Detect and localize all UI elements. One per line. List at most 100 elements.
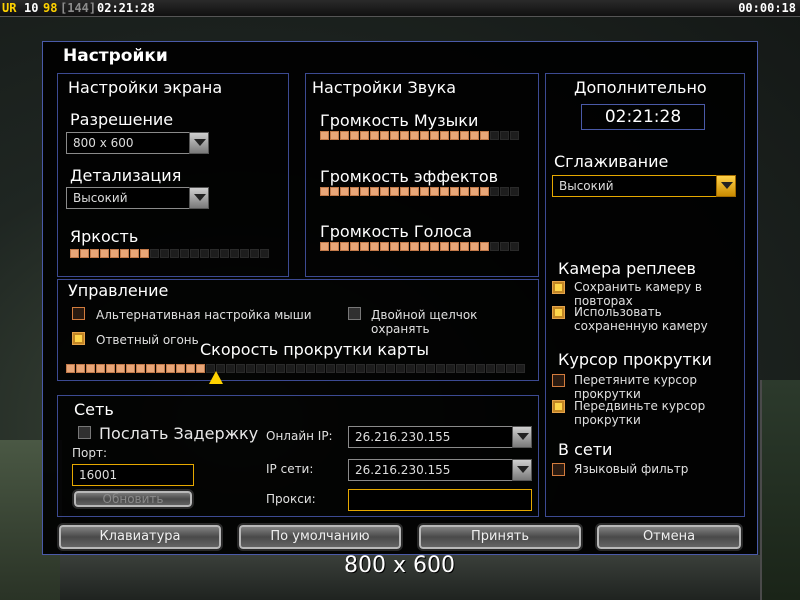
slider-segment[interactable]: [110, 249, 119, 258]
effects-volume-slider[interactable]: [320, 187, 519, 196]
slider-segment[interactable]: [476, 364, 485, 373]
slider-segment[interactable]: [480, 131, 489, 140]
slider-segment[interactable]: [420, 242, 429, 251]
slider-segment[interactable]: [70, 249, 79, 258]
slider-segment[interactable]: [460, 131, 469, 140]
slider-segment[interactable]: [266, 364, 275, 373]
slider-segment[interactable]: [400, 131, 409, 140]
slider-segment[interactable]: [456, 364, 465, 373]
slider-segment[interactable]: [286, 364, 295, 373]
slider-segment[interactable]: [430, 131, 439, 140]
slider-segment[interactable]: [120, 249, 129, 258]
slider-segment[interactable]: [330, 187, 339, 196]
slider-segment[interactable]: [496, 364, 505, 373]
slider-segment[interactable]: [330, 131, 339, 140]
slider-segment[interactable]: [130, 249, 139, 258]
brightness-slider[interactable]: [70, 249, 269, 258]
chevron-down-icon[interactable]: [512, 426, 532, 448]
slider-segment[interactable]: [500, 187, 509, 196]
slider-segment[interactable]: [150, 249, 159, 258]
slider-segment[interactable]: [336, 364, 345, 373]
slider-segment[interactable]: [66, 364, 75, 373]
slider-segment[interactable]: [420, 187, 429, 196]
slider-segment[interactable]: [226, 364, 235, 373]
slider-segment[interactable]: [156, 364, 165, 373]
refresh-button[interactable]: Обновить: [72, 489, 194, 509]
slider-segment[interactable]: [370, 242, 379, 251]
slider-segment[interactable]: [320, 242, 329, 251]
slider-segment[interactable]: [200, 249, 209, 258]
slider-segment[interactable]: [220, 249, 229, 258]
slider-segment[interactable]: [506, 364, 515, 373]
slider-segment[interactable]: [360, 187, 369, 196]
port-field[interactable]: 16001: [72, 464, 194, 486]
slider-segment[interactable]: [370, 187, 379, 196]
antialiasing-dropdown[interactable]: Высокий: [552, 175, 736, 197]
slider-segment[interactable]: [516, 364, 525, 373]
slider-segment[interactable]: [180, 249, 189, 258]
online-ip-dropdown[interactable]: 26.216.230.155: [348, 426, 532, 448]
slider-segment[interactable]: [410, 131, 419, 140]
slider-segment[interactable]: [296, 364, 305, 373]
slider-segment[interactable]: [480, 242, 489, 251]
slider-segment[interactable]: [260, 249, 269, 258]
slider-segment[interactable]: [436, 364, 445, 373]
slider-segment[interactable]: [486, 364, 495, 373]
slider-segment[interactable]: [510, 187, 519, 196]
slider-thumb-icon[interactable]: [209, 371, 223, 384]
slider-segment[interactable]: [426, 364, 435, 373]
slider-segment[interactable]: [430, 242, 439, 251]
slider-segment[interactable]: [196, 364, 205, 373]
proxy-field[interactable]: [348, 489, 532, 511]
chevron-down-icon[interactable]: [189, 132, 209, 154]
slider-segment[interactable]: [410, 242, 419, 251]
slider-segment[interactable]: [470, 242, 479, 251]
use-saved-camera-checkbox[interactable]: [552, 306, 565, 319]
slider-segment[interactable]: [96, 364, 105, 373]
slider-segment[interactable]: [490, 187, 499, 196]
slider-segment[interactable]: [146, 364, 155, 373]
slider-segment[interactable]: [396, 364, 405, 373]
slider-segment[interactable]: [346, 364, 355, 373]
detail-dropdown[interactable]: Высокий: [66, 187, 209, 209]
slider-segment[interactable]: [350, 242, 359, 251]
slider-segment[interactable]: [480, 187, 489, 196]
slider-segment[interactable]: [430, 187, 439, 196]
slider-segment[interactable]: [320, 187, 329, 196]
slider-segment[interactable]: [136, 364, 145, 373]
alt-mouse-checkbox[interactable]: [72, 307, 85, 320]
slider-segment[interactable]: [276, 364, 285, 373]
slider-segment[interactable]: [440, 242, 449, 251]
slider-segment[interactable]: [246, 364, 255, 373]
slider-segment[interactable]: [460, 242, 469, 251]
slider-segment[interactable]: [86, 364, 95, 373]
slider-segment[interactable]: [366, 364, 375, 373]
slider-segment[interactable]: [510, 131, 519, 140]
scroll-speed-slider[interactable]: [66, 364, 525, 373]
slider-segment[interactable]: [380, 242, 389, 251]
return-fire-checkbox[interactable]: [72, 332, 85, 345]
chevron-down-icon[interactable]: [512, 459, 532, 481]
resolution-dropdown[interactable]: 800 x 600: [66, 132, 209, 154]
music-volume-slider[interactable]: [320, 131, 519, 140]
slider-segment[interactable]: [160, 249, 169, 258]
slider-segment[interactable]: [116, 364, 125, 373]
slider-segment[interactable]: [90, 249, 99, 258]
slider-segment[interactable]: [370, 131, 379, 140]
slider-segment[interactable]: [490, 131, 499, 140]
slider-segment[interactable]: [416, 364, 425, 373]
slider-segment[interactable]: [320, 131, 329, 140]
slider-segment[interactable]: [106, 364, 115, 373]
slider-segment[interactable]: [356, 364, 365, 373]
slider-segment[interactable]: [140, 249, 149, 258]
move-cursor-checkbox[interactable]: [552, 400, 565, 413]
slider-segment[interactable]: [186, 364, 195, 373]
slider-segment[interactable]: [390, 131, 399, 140]
slider-segment[interactable]: [176, 364, 185, 373]
slider-segment[interactable]: [360, 131, 369, 140]
accept-button[interactable]: Принять: [417, 523, 583, 551]
chevron-down-icon[interactable]: [189, 187, 209, 209]
double-click-guard-checkbox[interactable]: [348, 307, 361, 320]
slider-segment[interactable]: [440, 131, 449, 140]
slider-segment[interactable]: [326, 364, 335, 373]
